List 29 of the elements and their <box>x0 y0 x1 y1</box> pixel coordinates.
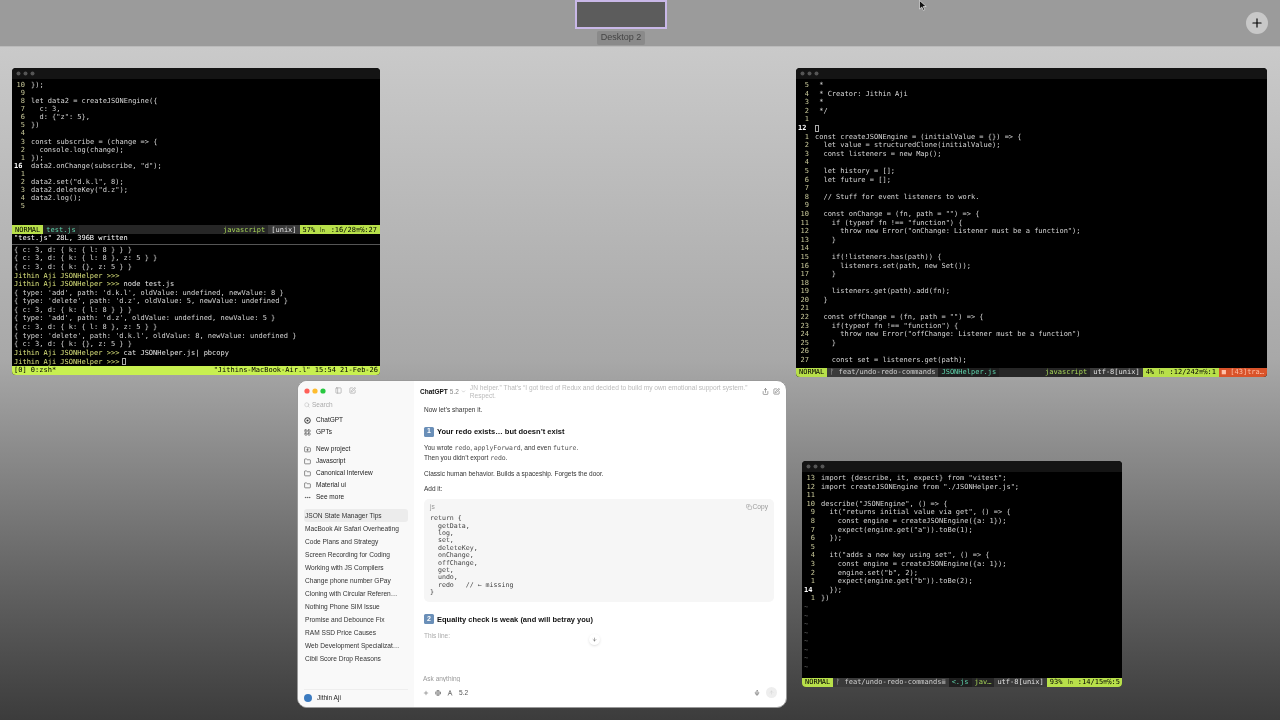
folder-icon <box>304 481 311 489</box>
window-controls-icon[interactable] <box>304 387 328 394</box>
arrow-down-icon <box>592 637 597 642</box>
grid-icon <box>304 428 311 436</box>
plus-icon <box>1250 16 1264 30</box>
globe-icon[interactable] <box>435 689 441 696</box>
folder-plus-icon <box>304 445 311 453</box>
logo-icon <box>304 416 311 424</box>
search-icon <box>304 402 310 408</box>
pointer-icon <box>919 0 927 11</box>
avatar-icon[interactable] <box>304 693 312 702</box>
sidebar-toggle-icon[interactable] <box>335 387 342 394</box>
folder-icon <box>304 469 311 477</box>
desktop-thumbnail[interactable] <box>575 0 667 29</box>
window-controls-icon[interactable] <box>800 71 820 76</box>
compose-icon[interactable] <box>773 388 780 395</box>
compose-icon[interactable] <box>349 387 356 394</box>
microphone-icon[interactable] <box>754 689 760 696</box>
arrow-up-icon <box>769 690 774 695</box>
tools-icon[interactable] <box>447 689 453 696</box>
share-icon[interactable] <box>762 388 769 395</box>
scroll-down-button[interactable] <box>589 634 600 645</box>
cursor-block-icon <box>815 124 819 132</box>
copy-icon <box>745 504 752 511</box>
window-controls-icon[interactable] <box>16 71 36 76</box>
caret-icon <box>460 389 466 394</box>
folder-icon <box>304 457 311 465</box>
add-icon[interactable] <box>423 689 429 696</box>
window-controls-icon[interactable] <box>806 464 826 469</box>
